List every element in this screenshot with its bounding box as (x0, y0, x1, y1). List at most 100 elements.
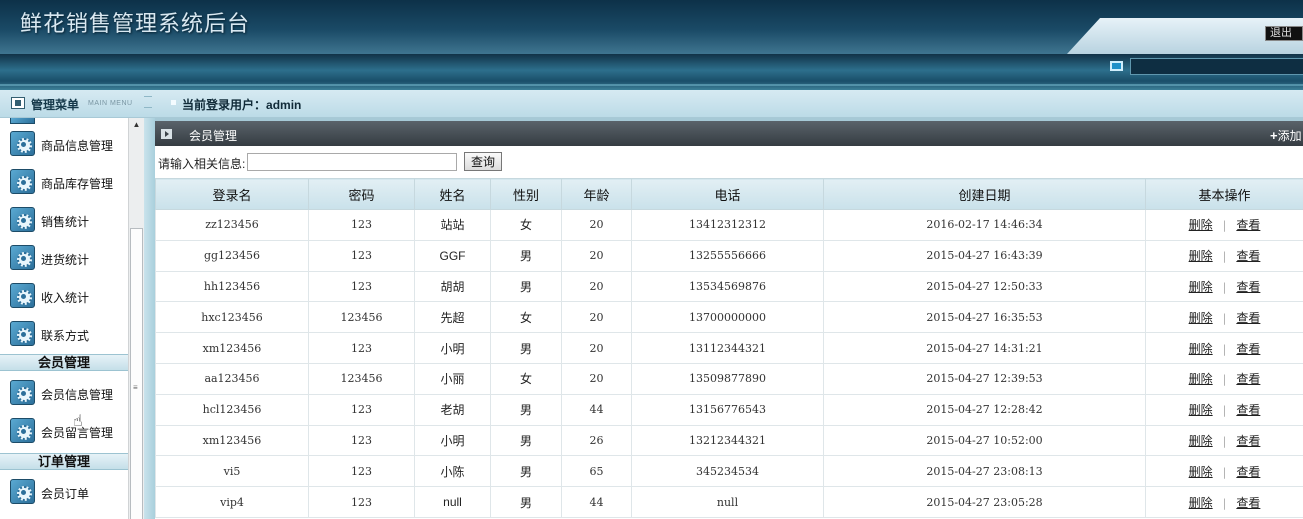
cell-password: 123 (308, 239, 415, 272)
view-link[interactable]: 查看 (1236, 496, 1260, 510)
user-bullet-icon (171, 100, 176, 105)
delete-link[interactable]: 删除 (1189, 280, 1213, 294)
cell-name: 小明 (414, 332, 491, 364)
delete-link[interactable]: 删除 (1189, 496, 1213, 510)
sidebar-item-label: 商品信息管理 (41, 139, 114, 153)
cell-gender: 女 (490, 362, 562, 395)
cell-gender: 男 (490, 239, 562, 272)
cell-login: aa123456 (155, 362, 309, 395)
delete-link[interactable]: 删除 (1189, 249, 1213, 263)
view-link[interactable]: 查看 (1236, 311, 1260, 325)
view-link[interactable]: 查看 (1236, 218, 1260, 232)
sidebar-menu: 商品信息管理 商品库存管理 销售统计 进货统计 收入统计 联系方式 会员管理 会… (0, 118, 128, 519)
view-link[interactable]: 查看 (1236, 280, 1260, 294)
delete-link[interactable]: 删除 (1189, 434, 1213, 448)
cell-created: 2015-04-27 12:50:33 (823, 270, 1146, 303)
view-link[interactable]: 查看 (1236, 372, 1260, 386)
cell-name: GGF (414, 239, 491, 272)
table-row: vip4 123 null 男 44 null 2015-04-27 23:05:28 删除 |… (155, 486, 1303, 518)
cell-name: 先超 (414, 301, 491, 334)
action-separator: | (1222, 250, 1227, 264)
cell-phone: 13212344321 (631, 424, 824, 457)
delete-link[interactable]: 删除 (1189, 311, 1213, 325)
sidebar-item-product-info[interactable]: 商品信息管理 (0, 127, 128, 163)
search-button[interactable]: 查询 (464, 152, 502, 171)
delete-link[interactable]: 删除 (1189, 372, 1213, 386)
menu-title: 管理菜单 (31, 98, 80, 112)
main-content: 会员管理 +添加 请输入相关信息: 查询 登录名 密码 姓名 性别 年龄 电话 … (155, 118, 1303, 519)
cell-name: 站站 (414, 209, 491, 241)
cell-age: 20 (561, 239, 632, 272)
cell-password: 123 (308, 424, 415, 457)
cell-login: hxc123456 (155, 301, 309, 334)
cell-name: null (414, 486, 491, 518)
sidebar-item-member-orders[interactable]: 会员订单 (0, 475, 128, 511)
col-header-name: 姓名 (414, 178, 491, 210)
action-separator: | (1222, 404, 1227, 418)
logout-button[interactable]: 退出 (1265, 26, 1303, 41)
cell-login: zz123456 (155, 209, 309, 241)
gear-window-icon (10, 321, 35, 346)
table-row: vi5 123 小陈男 65 345234534 2015-04-27 23:08:13 删… (155, 455, 1303, 488)
cell-created: 2015-04-27 14:31:21 (823, 332, 1146, 364)
layout-divider (144, 118, 155, 519)
cell-created: 2015-04-27 23:05:28 (823, 486, 1146, 518)
cell-created: 2015-04-27 10:52:00 (823, 424, 1146, 457)
cell-actions: 删除 | 查看 (1145, 239, 1303, 272)
delete-link[interactable]: 删除 (1189, 218, 1213, 232)
col-header-gender: 性别 (490, 178, 562, 210)
cell-actions: 删除 | 查看 (1145, 332, 1303, 364)
cell-actions: 删除 | 查看 (1145, 209, 1303, 241)
delete-link[interactable]: 删除 (1189, 465, 1213, 479)
delete-link[interactable]: 删除 (1189, 403, 1213, 417)
view-link[interactable]: 查看 (1236, 342, 1260, 356)
sidebar-item-purchase-stats[interactable]: 进货统计 (0, 241, 128, 277)
action-separator: | (1222, 311, 1227, 325)
cell-login: xm123456 (155, 424, 309, 457)
table-row: xm123456 123 小明男 20 13112344321 2015-04-27 14… (155, 332, 1303, 364)
cell-age: 65 (561, 455, 632, 488)
table-header-row: 登录名 密码 姓名 性别 年龄 电话 创建日期 基本操作 (155, 178, 1303, 210)
cell-gender: 女 (490, 301, 562, 334)
sidebar-item-label: 进货统计 (41, 253, 90, 267)
table-row: hxc123456 123456 先超女 20 13700000000 2015-04-2… (155, 301, 1303, 334)
sidebar-item-sales-stats[interactable]: 销售统计 (0, 203, 128, 239)
cell-phone: 13156776543 (631, 393, 824, 426)
sidebar-item-contact[interactable]: 联系方式 (0, 317, 128, 353)
panel-header: 会员管理 +添加 (155, 118, 1303, 146)
action-separator: | (1222, 373, 1227, 387)
sidebar-item-member-info[interactable]: 会员信息管理 (0, 376, 128, 412)
action-separator: | (1222, 434, 1227, 448)
sidebar-section-member[interactable]: 会员管理 (0, 354, 128, 371)
partial-menu-icon (10, 118, 35, 124)
scroll-thumb[interactable]: ≡ (130, 228, 143, 519)
current-user-prefix: 当前登录用户： (182, 98, 267, 112)
search-input[interactable] (247, 153, 457, 171)
cell-age: 44 (561, 393, 632, 426)
sidebar-section-order[interactable]: 订单管理 (0, 453, 128, 470)
cell-login: xm123456 (155, 332, 309, 364)
sidebar-item-label: 会员订单 (41, 487, 90, 501)
cell-phone: 13534569876 (631, 270, 824, 303)
sidebar-item-member-messages[interactable]: 会员留言管理 (0, 414, 128, 450)
monitor-icon (1110, 61, 1123, 71)
menu-title-en: MAIN MENU (88, 100, 133, 107)
cell-actions: 删除 | 查看 (1145, 424, 1303, 457)
add-button[interactable]: +添加 (1270, 127, 1302, 144)
app-title: 鲜花销售管理系统后台 (20, 12, 251, 37)
view-link[interactable]: 查看 (1236, 249, 1260, 263)
cell-created: 2015-04-27 16:35:53 (823, 301, 1146, 334)
scroll-up-arrow-icon[interactable]: ▲ (129, 118, 144, 132)
sidebar-item-product-stock[interactable]: 商品库存管理 (0, 165, 128, 201)
col-header-age: 年龄 (561, 178, 632, 210)
cell-name: 老胡 (414, 393, 491, 426)
sidebar-item-income-stats[interactable]: 收入统计 (0, 279, 128, 315)
view-link[interactable]: 查看 (1236, 434, 1260, 448)
delete-link[interactable]: 删除 (1189, 342, 1213, 356)
cell-phone: 13412312312 (631, 209, 824, 241)
sidebar-scrollbar[interactable]: ▲ ≡ (128, 118, 144, 519)
table-body: zz123456 123 站站女 20 13412312312 2016-02-17 14… (155, 209, 1303, 518)
view-link[interactable]: 查看 (1236, 403, 1260, 417)
view-link[interactable]: 查看 (1236, 465, 1260, 479)
cell-age: 20 (561, 301, 632, 334)
